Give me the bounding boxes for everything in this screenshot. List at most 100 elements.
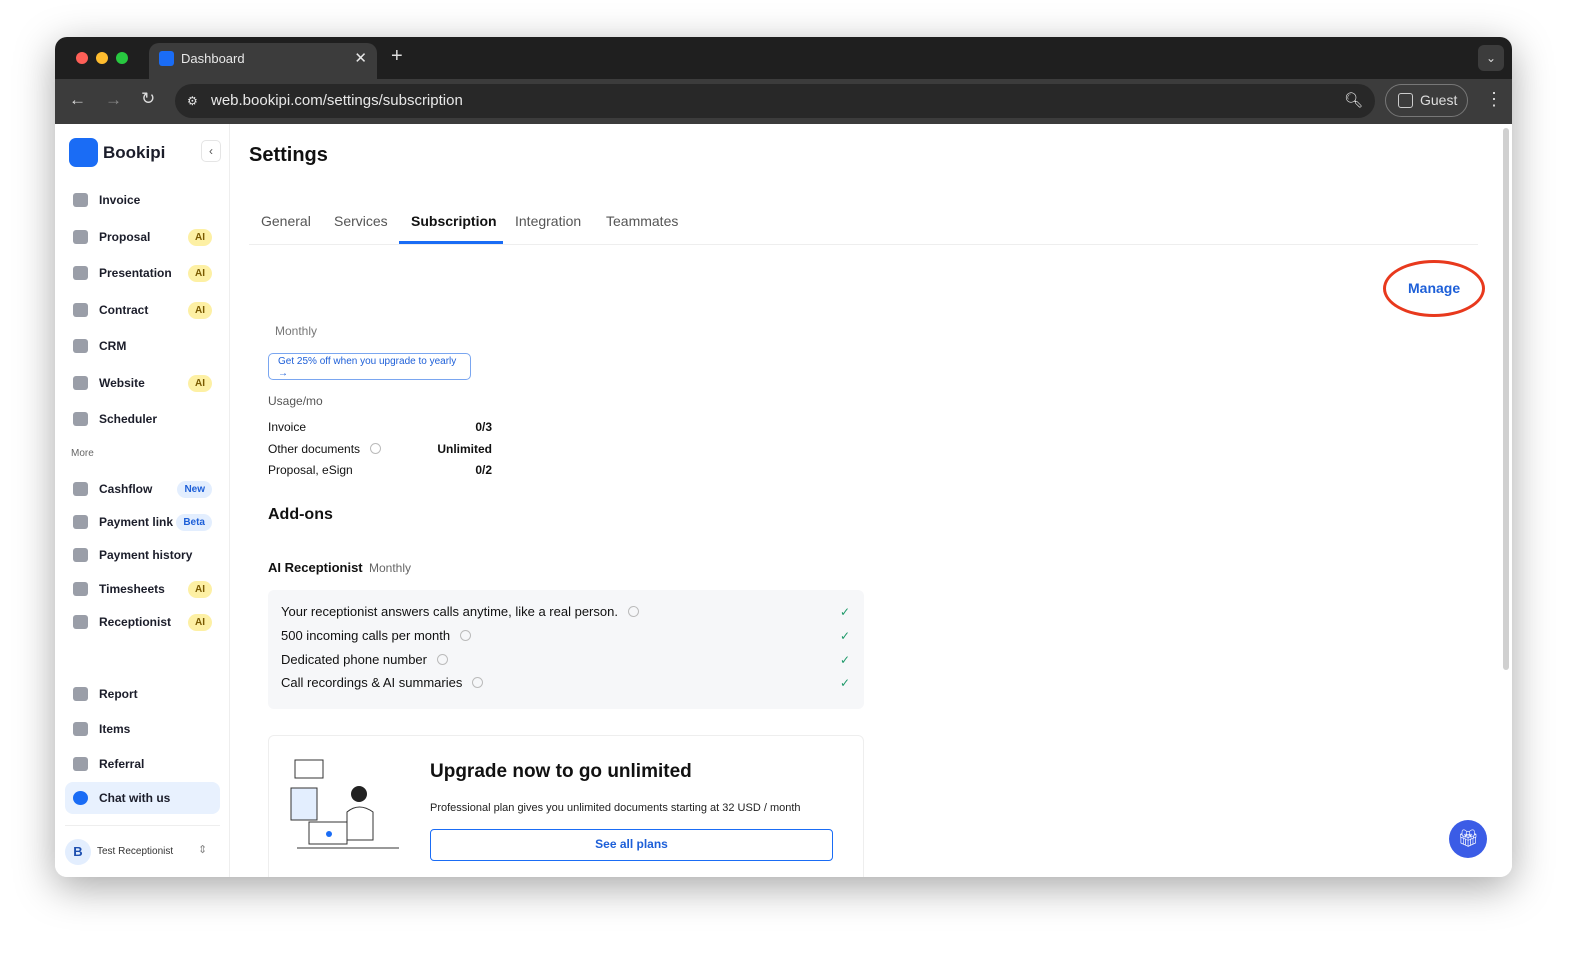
gift-icon	[73, 757, 88, 771]
bookipi-logo-icon	[69, 138, 98, 167]
tab-bar: Dashboard ✕ + ⌄	[55, 37, 1512, 79]
sidebar-item-timesheets[interactable]: Timesheets AI	[65, 573, 220, 605]
sidebar-item-website[interactable]: Website AI	[65, 367, 220, 399]
maximize-window-button[interactable]	[116, 52, 128, 64]
ai-badge: AI	[188, 265, 212, 282]
timesheets-icon	[73, 582, 88, 596]
label: Payment link	[99, 515, 174, 529]
manage-link[interactable]: Manage	[1408, 280, 1460, 296]
illustration-person-laptop-icon	[290, 759, 399, 849]
scrollbar[interactable]	[1503, 128, 1509, 670]
settings-main: Settings General Services Subscription I…	[230, 124, 1512, 877]
close-window-button[interactable]	[76, 52, 88, 64]
info-icon[interactable]	[437, 654, 448, 665]
more-section-label: More	[71, 448, 94, 459]
plan-period: Monthly	[275, 324, 318, 338]
info-icon[interactable]	[472, 677, 484, 688]
brand-name: Bookipi	[103, 143, 166, 162]
profile-label: Guest	[1420, 92, 1458, 108]
sidebar-item-payment-history[interactable]: Payment history	[65, 539, 220, 571]
feature-text: Call recordings & AI summaries	[281, 675, 463, 690]
usage-row: Other documents Unlimited	[268, 442, 492, 456]
close-tab-icon[interactable]: ✕	[354, 49, 367, 67]
new-tab-button[interactable]: +	[391, 45, 403, 68]
menu-kebab-icon[interactable]: ⋮	[1485, 89, 1503, 110]
sidebar-item-items[interactable]: Items	[65, 713, 220, 745]
info-icon[interactable]	[370, 443, 382, 454]
feature-item: Call recordings & AI summaries	[281, 675, 484, 690]
site-settings-icon[interactable]: ⚙	[187, 84, 198, 118]
beta-badge: Beta	[176, 514, 212, 531]
sidebar: Bookipi ‹ Invoice Proposal AI Presentatio…	[55, 124, 230, 877]
label: Report	[99, 687, 138, 701]
sidebar-item-payment-link[interactable]: Payment link Beta	[65, 506, 220, 538]
label: Payment history	[99, 548, 193, 562]
presentation-icon	[73, 266, 88, 280]
profile-icon	[1398, 93, 1413, 108]
upgrade-text: Professional plan gives you unlimited do…	[430, 802, 801, 814]
sidebar-item-receptionist[interactable]: Receptionist AI	[65, 606, 220, 638]
collapse-sidebar-button[interactable]: ‹	[201, 140, 221, 162]
feature-item: 500 incoming calls per month	[281, 628, 472, 643]
label: Proposal	[99, 230, 151, 244]
address-bar[interactable]: ⚙ web.bookipi.com/settings/subscription …	[175, 84, 1375, 118]
info-icon[interactable]	[627, 606, 639, 617]
browser-tab[interactable]: Dashboard ✕	[149, 43, 377, 79]
user-switcher[interactable]: B Test Receptionist ⇕	[65, 837, 220, 867]
chevron-updown-icon: ⇕	[198, 844, 208, 856]
back-icon[interactable]: ←	[69, 90, 86, 110]
info-icon[interactable]	[460, 630, 472, 641]
items-icon	[73, 722, 88, 736]
check-icon: ✓	[840, 653, 851, 667]
website-icon	[73, 376, 88, 390]
tab-general[interactable]: General	[261, 213, 311, 229]
usage-name: Proposal, eSign	[268, 463, 353, 477]
sidebar-item-invoice[interactable]: Invoice	[65, 184, 220, 216]
reload-icon[interactable]: ↻	[141, 89, 155, 109]
new-badge: New	[177, 481, 212, 498]
label: Timesheets	[99, 582, 165, 596]
sidebar-item-chat[interactable]: Chat with us	[65, 782, 220, 814]
tab-teammates[interactable]: Teammates	[606, 213, 678, 229]
tab-integration[interactable]: Integration	[515, 213, 581, 229]
sidebar-item-referral[interactable]: Referral	[65, 748, 220, 780]
sidebar-item-scheduler[interactable]: Scheduler	[65, 403, 220, 435]
upgrade-yearly-promo[interactable]: Get 25% off when you upgrade to yearly →	[268, 353, 471, 380]
user-name: Test Receptionist	[97, 846, 174, 857]
minimize-window-button[interactable]	[96, 52, 108, 64]
feature-text: Your receptionist answers calls anytime,…	[281, 604, 618, 619]
sidebar-item-report[interactable]: Report	[65, 678, 220, 710]
sidebar-item-proposal[interactable]: Proposal AI	[65, 221, 220, 253]
feature-text: Dedicated phone number	[281, 652, 427, 667]
see-all-plans-button[interactable]: See all plans	[430, 829, 833, 861]
usage-row: Proposal, eSign 0/2	[268, 463, 492, 477]
tab-subscription[interactable]: Subscription	[411, 213, 497, 229]
tab-title: Dashboard	[181, 51, 245, 66]
usage-name: Other documents	[268, 442, 361, 456]
receptionist-icon	[73, 615, 88, 629]
sidebar-item-cashflow[interactable]: Cashflow New	[65, 473, 220, 505]
payment-history-icon	[73, 548, 88, 562]
sidebar-item-contract[interactable]: Contract AI	[65, 294, 220, 326]
zoom-search-icon[interactable]: 🔍︎	[1344, 84, 1363, 118]
label: Items	[99, 722, 131, 736]
gift-fab-button[interactable]: 🎁︎	[1449, 820, 1487, 858]
forward-icon[interactable]: →	[105, 90, 122, 110]
feature-item: Your receptionist answers calls anytime,…	[281, 604, 639, 619]
profile-button[interactable]: Guest	[1385, 84, 1468, 117]
check-icon: ✓	[840, 676, 851, 690]
report-icon	[73, 687, 88, 701]
ai-badge: AI	[188, 229, 212, 246]
addon-features-card: Your receptionist answers calls anytime,…	[268, 590, 864, 709]
usage-value: 0/2	[475, 463, 492, 477]
contract-icon	[73, 303, 88, 317]
tab-services[interactable]: Services	[334, 213, 388, 229]
usage-label: Usage/mo	[268, 394, 323, 408]
tab-search-button[interactable]: ⌄	[1478, 45, 1504, 71]
sidebar-item-crm[interactable]: CRM	[65, 330, 220, 362]
app: Bookipi ‹ Invoice Proposal AI Presentatio…	[55, 124, 1512, 877]
avatar: B	[65, 839, 91, 865]
addon-name: AI Receptionist	[268, 560, 363, 575]
label: Presentation	[99, 266, 172, 280]
sidebar-item-presentation[interactable]: Presentation AI	[65, 257, 220, 289]
